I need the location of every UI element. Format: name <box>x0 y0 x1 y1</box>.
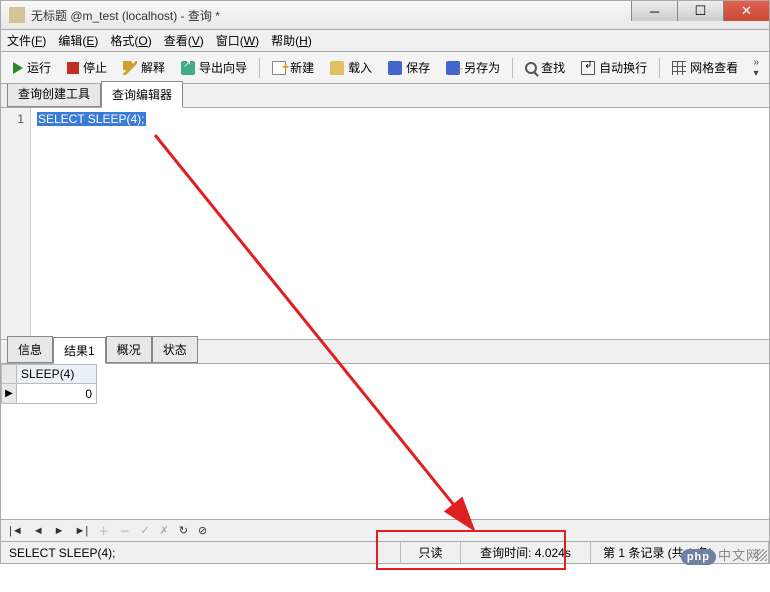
explain-button[interactable]: 解释 <box>117 55 171 80</box>
menu-format[interactable]: 格式(O) <box>110 32 151 49</box>
new-button[interactable]: 新建 <box>266 55 320 80</box>
status-sql: SELECT SLEEP(4); <box>1 542 401 563</box>
saveas-button[interactable]: 另存为 <box>440 55 506 80</box>
play-icon <box>13 62 23 74</box>
nav-first[interactable]: |◄ <box>7 525 25 537</box>
menu-view[interactable]: 查看(V) <box>164 32 204 49</box>
nav-prev[interactable]: ◄ <box>31 525 46 537</box>
tab-builder[interactable]: 查询创建工具 <box>7 80 101 107</box>
stop-icon <box>67 62 79 74</box>
tab-info[interactable]: 信息 <box>7 336 53 363</box>
wrench-icon <box>123 61 137 75</box>
menu-help[interactable]: 帮助(H) <box>271 32 312 49</box>
find-button[interactable]: 查找 <box>519 55 571 80</box>
saveas-icon <box>446 61 460 75</box>
result-grid[interactable]: SLEEP(4) ▶ 0 <box>1 364 97 404</box>
tab-result1[interactable]: 结果1 <box>53 337 106 364</box>
stop-button[interactable]: 停止 <box>61 55 113 80</box>
close-button[interactable]: ✕ <box>723 1 769 21</box>
record-navigator: |◄ ◄ ► ►| ＋ － ✓ ✗ ↻ ⊘ <box>0 520 770 542</box>
new-icon <box>272 61 286 75</box>
toolbar-overflow[interactable]: »▾ <box>749 57 763 79</box>
table-row[interactable]: ▶ 0 <box>1 384 97 404</box>
result-panel: SLEEP(4) ▶ 0 <box>0 364 770 520</box>
menu-edit[interactable]: 编辑(E) <box>58 32 98 49</box>
window-title: 无标题 @m_test (localhost) - 查询 * <box>31 7 220 24</box>
grid-icon <box>672 61 686 75</box>
app-icon <box>9 7 25 23</box>
column-header[interactable]: SLEEP(4) <box>17 364 97 384</box>
export-button[interactable]: 导出向导 <box>175 55 253 80</box>
nav-ok[interactable]: ✓ <box>138 524 151 537</box>
window-titlebar: 无标题 @m_test (localhost) - 查询 * ─ ☐ ✕ <box>0 0 770 30</box>
cell-value[interactable]: 0 <box>17 384 97 404</box>
nav-last[interactable]: ►| <box>73 525 91 537</box>
wrap-icon <box>581 61 595 75</box>
grid-header: SLEEP(4) <box>1 364 97 384</box>
separator <box>512 58 513 78</box>
menubar: 文件(F) 编辑(E) 格式(O) 查看(V) 窗口(W) 帮助(H) <box>0 30 770 52</box>
gridview-button[interactable]: 网格查看 <box>666 55 744 80</box>
nav-stop[interactable]: ⊘ <box>196 524 209 537</box>
menu-file[interactable]: 文件(F) <box>7 32 46 49</box>
tab-editor[interactable]: 查询编辑器 <box>101 81 183 108</box>
nav-next[interactable]: ► <box>52 525 67 537</box>
code-area[interactable]: SELECT SLEEP(4); <box>31 108 769 339</box>
selected-code: SELECT SLEEP(4); <box>37 112 146 126</box>
menu-window[interactable]: 窗口(W) <box>216 32 259 49</box>
toolbar: 运行 停止 解释 导出向导 新建 载入 保存 另存为 查找 自动换行 网格查看 … <box>0 52 770 84</box>
wrap-button[interactable]: 自动换行 <box>575 55 653 80</box>
status-bar: SELECT SLEEP(4); 只读 查询时间: 4.024s 第 1 条记录… <box>0 542 770 564</box>
result-tabs: 信息 结果1 概况 状态 <box>0 340 770 364</box>
window-controls: ─ ☐ ✕ <box>631 1 769 21</box>
save-button[interactable]: 保存 <box>382 55 436 80</box>
row-marker: ▶ <box>1 384 17 404</box>
load-button[interactable]: 载入 <box>324 55 378 80</box>
line-gutter: 1 <box>1 108 31 339</box>
run-button[interactable]: 运行 <box>7 55 57 80</box>
status-readonly: 只读 <box>401 542 461 563</box>
separator <box>659 58 660 78</box>
save-icon <box>388 61 402 75</box>
grid-corner <box>1 364 17 384</box>
separator <box>259 58 260 78</box>
export-icon <box>181 61 195 75</box>
maximize-button[interactable]: ☐ <box>677 1 723 21</box>
nav-add[interactable]: ＋ <box>96 523 111 539</box>
watermark: php中文网 <box>681 545 760 564</box>
query-tabs: 查询创建工具 查询编辑器 <box>0 84 770 108</box>
tab-status[interactable]: 状态 <box>152 336 198 363</box>
search-icon <box>525 62 537 74</box>
folder-icon <box>330 61 344 75</box>
sql-editor[interactable]: 1 SELECT SLEEP(4); <box>0 108 770 340</box>
nav-refresh[interactable]: ↻ <box>177 524 190 537</box>
minimize-button[interactable]: ─ <box>631 1 677 21</box>
nav-delete[interactable]: － <box>117 523 132 539</box>
tab-profile[interactable]: 概况 <box>106 336 152 363</box>
status-querytime: 查询时间: 4.024s <box>461 542 591 563</box>
nav-cancel[interactable]: ✗ <box>158 524 171 537</box>
